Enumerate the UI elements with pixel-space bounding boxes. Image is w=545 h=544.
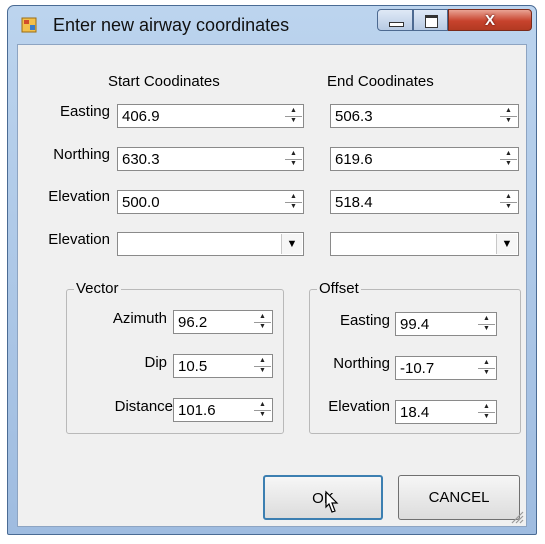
offset-group: Offset Easting 99.4 ▲ ▼ Northing -10.7 ▲… <box>309 280 521 434</box>
distance-value: 101.6 <box>178 402 216 419</box>
minimize-button[interactable] <box>377 9 413 31</box>
spin-down-icon[interactable]: ▼ <box>285 116 302 126</box>
title-bar[interactable]: Enter new airway coordinates X <box>8 6 536 44</box>
spin-down-icon[interactable]: ▼ <box>254 322 271 332</box>
spin-down-icon[interactable]: ▼ <box>254 410 271 420</box>
spin-down-icon[interactable]: ▼ <box>285 202 302 212</box>
start-elevation-select[interactable]: ▼ <box>117 232 304 256</box>
offset-easting-input[interactable]: 99.4 ▲ ▼ <box>395 312 497 336</box>
dip-spinner[interactable]: ▲ ▼ <box>254 356 271 376</box>
dip-label: Dip <box>144 354 167 371</box>
start-elevation-spinner[interactable]: ▲ ▼ <box>285 192 302 212</box>
end-elevation-spinner[interactable]: ▲ ▼ <box>500 192 517 212</box>
offset-easting-spinner[interactable]: ▲ ▼ <box>478 314 495 334</box>
cancel-button[interactable]: CANCEL <box>398 475 520 520</box>
spin-down-icon[interactable]: ▼ <box>478 368 495 378</box>
vector-group: Vector Azimuth 96.2 ▲ ▼ Dip 10.5 ▲ ▼ Dis… <box>66 280 284 434</box>
dip-value: 10.5 <box>178 358 208 375</box>
azimuth-value: 96.2 <box>178 314 208 331</box>
offset-northing-spinner[interactable]: ▲ ▼ <box>478 358 495 378</box>
azimuth-spinner[interactable]: ▲ ▼ <box>254 312 271 332</box>
spin-down-icon[interactable]: ▼ <box>478 412 495 422</box>
mouse-cursor-icon <box>325 490 339 513</box>
end-northing-input[interactable]: 619.6 ▲ ▼ <box>330 147 519 171</box>
spin-down-icon[interactable]: ▼ <box>500 116 517 126</box>
maximize-icon <box>425 15 438 28</box>
end-elevation-select[interactable]: ▼ <box>330 232 519 256</box>
window-title: Enter new airway coordinates <box>53 15 290 35</box>
spin-down-icon[interactable]: ▼ <box>478 324 495 334</box>
end-elevation-input[interactable]: 518.4 ▲ ▼ <box>330 190 519 214</box>
caption-buttons: X <box>377 9 532 31</box>
resize-grip-icon[interactable] <box>508 508 524 524</box>
azimuth-label: Azimuth <box>112 310 167 327</box>
close-icon: X <box>484 12 495 29</box>
offset-elevation-input[interactable]: 18.4 ▲ ▼ <box>395 400 497 424</box>
easting-label: Easting <box>59 103 110 120</box>
offset-easting-value: 99.4 <box>400 316 430 333</box>
chevron-down-icon[interactable]: ▼ <box>496 234 517 254</box>
end-coordinates-header: End Coodinates <box>327 73 434 90</box>
offset-group-title: Offset <box>317 280 361 297</box>
offset-northing-label: Northing <box>333 355 390 372</box>
start-easting-value: 406.9 <box>122 108 160 125</box>
spin-down-icon[interactable]: ▼ <box>285 159 302 169</box>
minimize-icon <box>389 22 404 27</box>
vector-group-title: Vector <box>74 280 121 297</box>
spin-down-icon[interactable]: ▼ <box>254 366 271 376</box>
offset-elevation-spinner[interactable]: ▲ ▼ <box>478 402 495 422</box>
dialog-window: Enter new airway coordinates X Start Coo… <box>7 5 537 535</box>
offset-northing-input[interactable]: -10.7 ▲ ▼ <box>395 356 497 380</box>
chevron-down-icon[interactable]: ▼ <box>281 234 302 254</box>
distance-label: Distance <box>114 398 173 415</box>
dip-input[interactable]: 10.5 ▲ ▼ <box>173 354 273 378</box>
start-coordinates-header: Start Coodinates <box>108 73 220 90</box>
offset-easting-label: Easting <box>339 312 390 329</box>
distance-spinner[interactable]: ▲ ▼ <box>254 400 271 420</box>
maximize-button[interactable] <box>413 9 448 31</box>
start-northing-value: 630.3 <box>122 151 160 168</box>
start-easting-input[interactable]: 406.9 ▲ ▼ <box>117 104 304 128</box>
end-easting-input[interactable]: 506.3 ▲ ▼ <box>330 104 519 128</box>
start-easting-spinner[interactable]: ▲ ▼ <box>285 106 302 126</box>
dialog-body: Start Coodinates End Coodinates Easting … <box>17 44 527 527</box>
start-elevation-input[interactable]: 500.0 ▲ ▼ <box>117 190 304 214</box>
elevation-combo-label: Elevation <box>48 231 110 248</box>
end-northing-spinner[interactable]: ▲ ▼ <box>500 149 517 169</box>
distance-input[interactable]: 101.6 ▲ ▼ <box>173 398 273 422</box>
start-northing-spinner[interactable]: ▲ ▼ <box>285 149 302 169</box>
close-button[interactable]: X <box>448 9 532 31</box>
end-easting-spinner[interactable]: ▲ ▼ <box>500 106 517 126</box>
offset-northing-value: -10.7 <box>400 360 435 377</box>
offset-elevation-label: Elevation <box>328 398 390 415</box>
spin-down-icon[interactable]: ▼ <box>500 159 517 169</box>
end-easting-value: 506.3 <box>335 108 373 125</box>
offset-elevation-value: 18.4 <box>400 404 430 421</box>
spin-down-icon[interactable]: ▼ <box>500 202 517 212</box>
azimuth-input[interactable]: 96.2 ▲ ▼ <box>173 310 273 334</box>
end-northing-value: 619.6 <box>335 151 373 168</box>
end-elevation-value: 518.4 <box>335 194 373 211</box>
northing-label: Northing <box>53 146 110 163</box>
start-elevation-value: 500.0 <box>122 194 160 211</box>
app-icon <box>21 17 37 33</box>
start-northing-input[interactable]: 630.3 ▲ ▼ <box>117 147 304 171</box>
elevation-label: Elevation <box>48 188 110 205</box>
